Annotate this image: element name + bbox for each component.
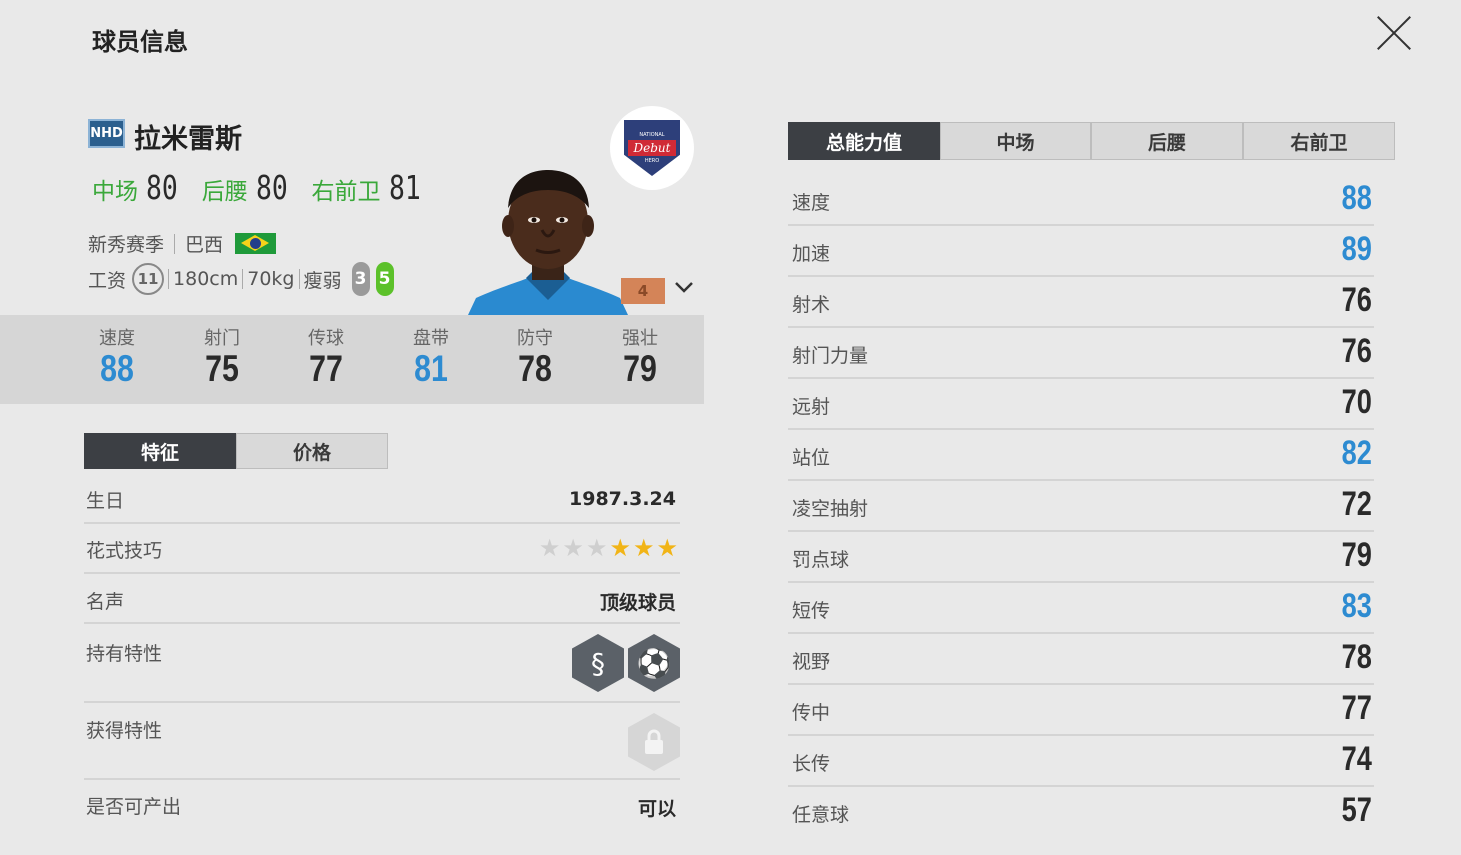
- gained-traits-label: 获得特性: [86, 720, 163, 742]
- tab-traits[interactable]: 特征: [84, 433, 236, 469]
- attr-row: 任意球 57: [792, 791, 1372, 829]
- attr-row: 凌空抽射 72: [788, 481, 1374, 532]
- owned-traits-icons: § ⚽: [572, 634, 680, 692]
- snake-trait-icon[interactable]: §: [572, 634, 624, 692]
- season-label: 新秀赛季: [88, 234, 165, 256]
- summary-stat-pace: 速度 88: [99, 328, 135, 389]
- position-rating: 右前卫 81: [312, 168, 429, 207]
- physical-info: 工资 11 180cm 70kg 瘦弱 3 5: [88, 262, 394, 296]
- position-value: 81: [388, 168, 421, 207]
- page-title: 球员信息: [92, 28, 188, 56]
- position-rating: 后腰 80: [202, 168, 296, 207]
- info-row-owned-traits: 持有特性 § ⚽: [84, 624, 680, 703]
- divider: [242, 269, 244, 289]
- wage-badge: 11: [132, 263, 165, 295]
- summary-stat-shooting: 射门 75: [204, 328, 240, 389]
- summary-stat-dribbling: 盘带 81: [413, 328, 449, 389]
- strong-foot-badge: 5: [375, 262, 394, 296]
- left-tabs: 特征 价格: [84, 433, 388, 469]
- summary-stats-bar: 速度 88 射门 75 传球 77 盘带 81 防守 78 强壮 79: [0, 315, 704, 404]
- tab-price[interactable]: 价格: [236, 433, 388, 469]
- height: 180cm: [173, 268, 239, 290]
- divider: [298, 269, 300, 289]
- body-type: 瘦弱: [303, 269, 342, 292]
- producible-value: 可以: [637, 798, 676, 820]
- season-nation: 新秀赛季 巴西: [88, 230, 277, 257]
- attr-row: 长传 74: [788, 736, 1374, 787]
- owned-traits-label: 持有特性: [86, 643, 163, 665]
- summary-stat-defending: 防守 78: [517, 328, 553, 389]
- attr-row: 站位 82: [788, 430, 1374, 481]
- attr-row: 射术 76: [788, 277, 1374, 328]
- info-row-skill-moves: 花式技巧 ★ ★ ★ ★ ★ ★: [84, 524, 680, 574]
- upgrade-level-badge: 4: [621, 278, 665, 304]
- attr-row: 远射 70: [788, 379, 1374, 430]
- star-empty-icon: ★: [585, 534, 608, 562]
- reputation-label: 名声: [86, 591, 125, 613]
- position-value: 80: [146, 168, 178, 207]
- position-value: 80: [255, 168, 288, 207]
- info-row-reputation: 名声 顶级球员: [84, 574, 680, 624]
- debut-shield-icon: NATIONAL Debut HERO: [624, 120, 680, 176]
- brazil-flag-icon: [235, 233, 277, 254]
- producible-label: 是否可产出: [86, 796, 182, 818]
- chevron-down-icon[interactable]: [674, 280, 694, 294]
- star-filled-icon: ★: [632, 534, 655, 562]
- attr-row: 视野 78: [788, 634, 1374, 685]
- wage-label: 工资: [88, 269, 127, 292]
- attr-row: 罚点球 79: [788, 532, 1374, 583]
- position-rating: 中场 80: [92, 168, 186, 207]
- player-name: 拉米雷斯: [134, 124, 242, 155]
- reputation-value: 顶级球员: [599, 592, 676, 614]
- season-badge: NHD: [88, 119, 125, 148]
- weight: 70kg: [247, 268, 295, 290]
- divider: [168, 269, 170, 289]
- star-empty-icon: ★: [562, 534, 584, 562]
- position-name: 右前卫: [311, 179, 381, 205]
- info-row-gained-traits: 获得特性: [84, 703, 680, 780]
- tab-rm[interactable]: 右前卫: [1243, 122, 1395, 160]
- position-name: 中场: [92, 179, 138, 205]
- attr-row: 加速 89: [788, 226, 1374, 277]
- summary-stat-passing: 传球 77: [308, 328, 344, 389]
- attr-row: 速度 88: [788, 175, 1374, 226]
- tab-cdm[interactable]: 后腰: [1091, 122, 1243, 160]
- position-ratings: 中场 80 后腰 80 右前卫 81: [92, 168, 428, 207]
- summary-stat-physical: 强壮 79: [622, 328, 658, 389]
- attr-row: 传中 77: [788, 685, 1374, 736]
- skill-stars: ★ ★ ★ ★ ★ ★: [539, 534, 678, 562]
- nation-label: 巴西: [185, 234, 224, 256]
- tab-overall[interactable]: 总能力值: [788, 122, 940, 160]
- skill-moves-label: 花式技巧: [86, 540, 163, 562]
- dribble-trait-icon[interactable]: ⚽: [628, 634, 680, 692]
- attr-row: 射门力量 76: [788, 328, 1374, 379]
- close-icon[interactable]: [1374, 12, 1414, 52]
- tab-midfield[interactable]: 中场: [940, 122, 1091, 160]
- position-name: 后腰: [201, 179, 248, 205]
- info-row-birthday: 生日 1987.3.24: [84, 474, 680, 524]
- star-filled-icon: ★: [656, 534, 678, 562]
- divider: [174, 233, 176, 254]
- birthday-label: 生日: [86, 490, 125, 512]
- star-empty-icon: ★: [538, 534, 561, 562]
- birthday-value: 1987.3.24: [569, 488, 676, 510]
- weak-foot-badge: 3: [351, 262, 370, 296]
- right-tabs: 总能力值 中场 后腰 右前卫: [788, 122, 1395, 160]
- lock-icon: [628, 713, 680, 771]
- info-row-producible: 是否可产出 可以: [84, 780, 680, 828]
- player-photo: [468, 170, 628, 315]
- star-filled-icon: ★: [609, 534, 631, 562]
- attr-row: 短传 83: [788, 583, 1374, 634]
